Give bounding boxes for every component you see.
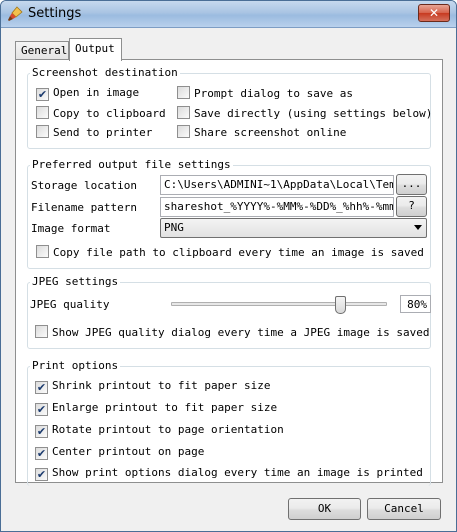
checkbox-label: Copy to clipboard [53,107,166,120]
checkbox-label: Prompt dialog to save as [194,87,353,100]
group-title: Screenshot destination [30,66,180,79]
checkbox-label: Save directly (using settings below) [194,107,433,120]
window-title: Settings [28,6,82,21]
paint-brush-icon [8,6,23,21]
jpeg-quality-value[interactable]: 80% [400,295,431,313]
share-online-checkbox[interactable]: Share screenshot online [177,125,346,141]
checkbox-label: Shrink printout to fit paper size [52,379,271,392]
checkbox-box[interactable] [36,245,49,258]
checkbox-box[interactable] [36,106,49,119]
storage-location-input[interactable]: C:\Users\ADMINI~1\AppData\Local\Temp\S [160,175,394,195]
prompt-save-as-checkbox[interactable]: Prompt dialog to save as [177,86,353,102]
checkmark-icon[interactable]: ✔ [35,381,48,394]
filename-pattern-label: Filename pattern [31,201,137,214]
close-button[interactable]: ✕ [418,4,450,22]
checkmark-icon[interactable]: ✔ [35,425,48,438]
checkbox-label: Send to printer [53,126,153,139]
checkbox-label: Share screenshot online [194,126,347,139]
group-title: JPEG settings [30,275,121,288]
group-title: Print options [30,359,121,372]
tab-general[interactable]: General [15,41,69,60]
group-title: Preferred output file settings [30,158,233,171]
shrink-printout-checkbox[interactable]: ✔ Shrink printout to fit paper size [35,379,271,395]
checkmark-icon[interactable]: ✔ [36,88,49,101]
copy-to-clipboard-checkbox[interactable]: Copy to clipboard [36,106,166,122]
checkbox-box[interactable] [177,86,190,99]
checkbox-label: Show JPEG quality dialog every time a JP… [52,326,430,339]
image-format-label: Image format [31,222,111,235]
tab-output[interactable]: Output [69,38,122,61]
copy-file-path-checkbox[interactable]: Copy file path to clipboard every time a… [36,245,424,261]
checkmark-icon[interactable]: ✔ [35,403,48,416]
checkbox-box[interactable] [35,325,48,338]
output-tab-panel: Screenshot destination ✔ Open in image Co… [15,59,443,486]
output-file-settings-group: Preferred output file settings Storage l… [27,158,431,269]
checkmark-icon[interactable]: ✔ [35,447,48,460]
jpeg-quality-slider-thumb[interactable] [335,296,346,314]
ok-button[interactable]: OK [288,498,361,520]
enlarge-printout-checkbox[interactable]: ✔ Enlarge printout to fit paper size [35,401,277,417]
checkbox-label: Copy file path to clipboard every time a… [53,246,424,259]
filename-pattern-input[interactable]: shareshot_%YYYY%-%MM%-%DD%_%hh%-%mm%-% [160,197,394,217]
jpeg-quality-label: JPEG quality [30,298,110,311]
rotate-printout-checkbox[interactable]: ✔ Rotate printout to page orientation [35,423,284,439]
checkbox-box[interactable] [177,125,190,138]
checkmark-icon[interactable]: ✔ [35,468,48,481]
open-in-image-checkbox[interactable]: ✔ Open in image [36,86,139,102]
checkbox-label: Center printout on page [52,445,205,458]
pattern-help-button[interactable]: ? [396,196,427,217]
checkbox-label: Open in image [53,86,140,99]
image-format-value: PNG [164,221,184,234]
save-directly-checkbox[interactable]: Save directly (using settings below) [177,106,432,122]
checkbox-box[interactable] [177,106,190,119]
storage-location-label: Storage location [31,179,137,192]
checkbox-label: Show print options dialog every time an … [52,466,423,479]
browse-button[interactable]: ... [396,174,427,195]
checkbox-box[interactable] [36,125,49,138]
screenshot-destination-group: Screenshot destination ✔ Open in image Co… [27,66,432,149]
title-bar[interactable]: Settings ✕ [1,1,456,28]
cancel-button[interactable]: Cancel [367,498,441,520]
center-printout-checkbox[interactable]: ✔ Center printout on page [35,445,204,461]
print-dialog-checkbox[interactable]: ✔ Show print options dialog every time an… [35,466,423,482]
image-format-select[interactable]: PNG [160,218,427,238]
chevron-down-icon [414,225,422,230]
jpeg-dialog-checkbox[interactable]: Show JPEG quality dialog every time a JP… [35,325,430,341]
checkbox-label: Enlarge printout to fit paper size [52,401,278,414]
checkbox-label: Rotate printout to page orientation [52,423,284,436]
close-icon: ✕ [428,6,440,20]
send-to-printer-checkbox[interactable]: Send to printer [36,125,152,141]
jpeg-quality-track[interactable] [171,302,387,306]
settings-window: Settings ✕ General Output Screenshot des… [0,0,457,532]
